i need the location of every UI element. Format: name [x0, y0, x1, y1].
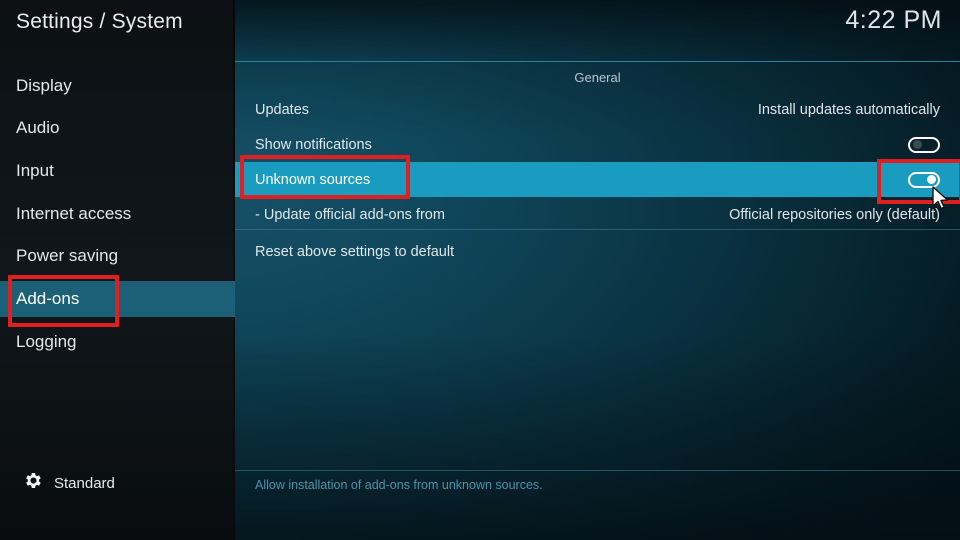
sidebar-item-label: Internet access — [16, 204, 131, 224]
sidebar-item-internet-access[interactable]: Internet access — [0, 196, 235, 232]
sidebar-item-input[interactable]: Input — [0, 153, 235, 189]
sidebar-item-label: Power saving — [16, 246, 118, 266]
setting-row-reset-to-default[interactable]: Reset above settings to default — [235, 234, 960, 269]
toggle-knob — [927, 175, 936, 184]
section-label: General — [235, 70, 960, 85]
reset-section-divider — [235, 229, 960, 230]
settings-level-label: Standard — [54, 475, 115, 492]
setting-value: Official repositories only (default) — [729, 207, 940, 223]
sidebar-item-label: Add-ons — [16, 289, 79, 309]
sidebar-item-audio[interactable]: Audio — [0, 110, 235, 146]
kodi-settings-screen: Settings / System 4:22 PM General Update… — [0, 0, 960, 540]
setting-label: Reset above settings to default — [255, 244, 454, 260]
toggle-knob — [913, 140, 922, 149]
sidebar-item-addons[interactable]: Add-ons — [0, 281, 235, 317]
setting-row-show-notifications[interactable]: Show notifications — [235, 127, 960, 162]
setting-label: Show notifications — [255, 137, 372, 153]
show-notifications-toggle[interactable] — [908, 137, 940, 153]
sidebar-item-label: Display — [16, 76, 72, 96]
help-text: Allow installation of add-ons from unkno… — [255, 478, 543, 492]
sidebar-item-label: Logging — [16, 332, 77, 352]
setting-label: Unknown sources — [255, 172, 370, 188]
sidebar-item-display[interactable]: Display — [0, 68, 235, 104]
setting-label: - Update official add-ons from — [255, 207, 445, 223]
sidebar-item-label: Input — [16, 161, 54, 181]
setting-row-updates[interactable]: Updates Install updates automatically — [235, 92, 960, 127]
setting-label: Updates — [255, 102, 309, 118]
gear-icon — [22, 470, 43, 496]
help-divider — [235, 470, 960, 471]
page-title: Settings / System — [16, 10, 183, 34]
header-divider — [235, 61, 960, 62]
setting-value: Install updates automatically — [758, 102, 940, 118]
clock: 4:22 PM — [845, 6, 942, 35]
sidebar-item-label: Audio — [16, 118, 59, 138]
mouse-pointer — [931, 186, 951, 212]
sidebar-item-logging[interactable]: Logging — [0, 324, 235, 360]
setting-row-update-official-addons-from[interactable]: - Update official add-ons from Official … — [235, 197, 960, 232]
settings-level-selector[interactable]: Standard — [22, 470, 115, 496]
sidebar-item-power-saving[interactable]: Power saving — [0, 238, 235, 274]
setting-row-unknown-sources[interactable]: Unknown sources — [235, 162, 960, 197]
